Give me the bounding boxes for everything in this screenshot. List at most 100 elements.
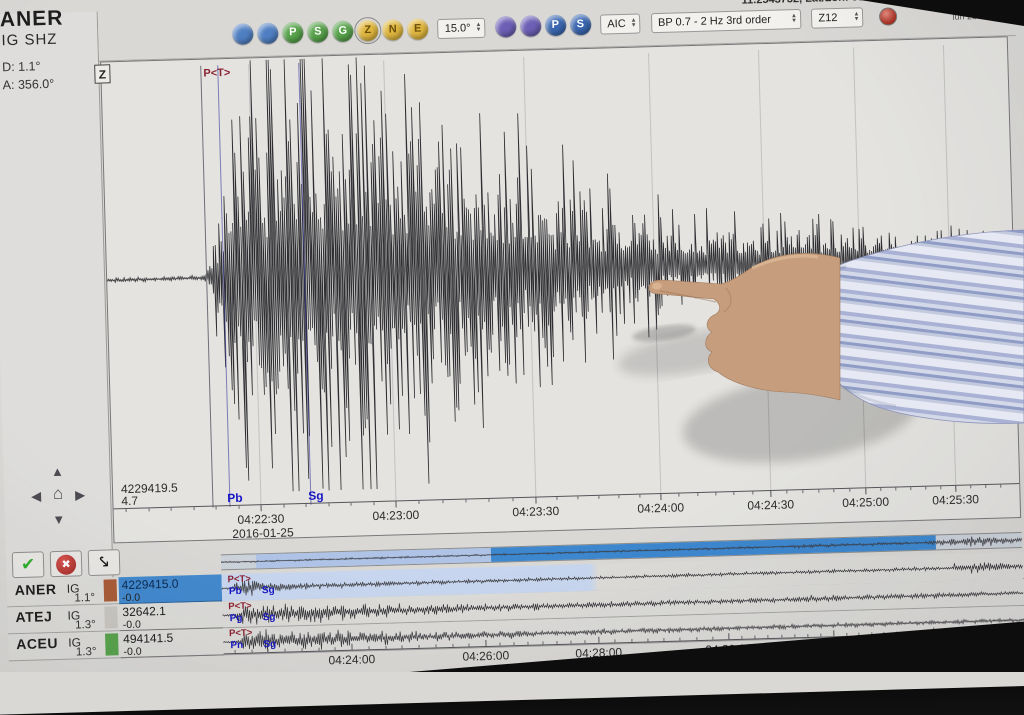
component-e-button[interactable]: E	[407, 18, 429, 40]
station-code: ATEJ	[15, 608, 52, 625]
monitor-screen: ANER IG SHZ D: 1.1° A: 356.0° ▲ ◀ ⌂ ▶ ▼ …	[0, 0, 1024, 715]
tick-label: 04:24:00	[328, 652, 375, 667]
phase-p-button[interactable]: P	[545, 15, 567, 37]
tick-mark	[535, 498, 536, 504]
status-chip	[104, 579, 118, 601]
tick-mark-minor	[216, 506, 217, 509]
tick-mark-minor	[489, 499, 490, 502]
status-chip	[105, 633, 119, 655]
tick-mark	[261, 505, 262, 511]
tick-mark	[770, 491, 771, 497]
pan-right-button[interactable]: ▶	[70, 486, 90, 505]
amplitude-cell: 4229415.0-0.0	[118, 574, 222, 604]
tick-mark-minor	[970, 485, 971, 488]
tick-mark-minor	[786, 491, 787, 494]
export-button[interactable]: ⤥	[88, 549, 121, 576]
tick-mark-minor	[556, 641, 557, 644]
pick-g-button[interactable]: G	[332, 20, 354, 42]
tick-label: 04:23:30	[512, 504, 559, 519]
pan-down-button[interactable]: ▼	[49, 511, 69, 530]
spinner-arrows-icon[interactable]: ▲▼	[631, 18, 637, 28]
component-z-button[interactable]: Z	[357, 20, 379, 42]
tick-mark-minor	[577, 496, 578, 499]
row-theoretical-label: P<T>	[229, 628, 253, 640]
filter-select[interactable]: BP 0.7 - 2 Hz 3rd order▲▼	[651, 8, 801, 32]
spinner-arrows-icon[interactable]: ▲▼	[475, 22, 481, 32]
tick-mark-minor	[680, 638, 681, 641]
tick-mark-minor	[171, 508, 172, 511]
tick-label: 04:24:30	[747, 497, 794, 512]
tick-mark-minor	[368, 646, 369, 649]
amplitude-offset: -0.0	[123, 643, 223, 658]
phase-s-button[interactable]: S	[570, 14, 592, 36]
reject-icon: ✖	[56, 554, 77, 575]
tick-mark-minor	[807, 634, 808, 637]
tick-mark-minor	[794, 634, 795, 637]
angle-spinner[interactable]: 15.0°▲▼	[437, 17, 485, 38]
spinner-arrows-icon[interactable]: ▲▼	[791, 14, 797, 24]
home-button[interactable]: ⌂	[48, 485, 68, 504]
tick-mark-minor	[647, 638, 648, 641]
pick-label-Pb: Pb	[227, 491, 243, 505]
tick-label: 04:25:30	[932, 492, 979, 507]
tick-mark-minor	[734, 492, 735, 495]
tick-mark-minor	[442, 500, 443, 503]
accept-button[interactable]: ✔	[12, 551, 45, 578]
axis-date-label: 2016-01-25	[232, 525, 294, 541]
tick-mark	[865, 488, 866, 494]
tick-mark-minor	[584, 640, 585, 643]
tick-mark-minor	[556, 497, 557, 500]
row-pick1-label: Pb	[229, 586, 242, 597]
pick-p-button[interactable]: P	[282, 22, 304, 44]
tick-mark-minor	[895, 487, 896, 490]
waveform-panel[interactable]: Z P<T> PbSg 4229419.5 4.7 04:22:3004:23:…	[100, 36, 1021, 543]
rotate-2-button[interactable]	[520, 15, 542, 37]
tick-mark-minor	[910, 487, 911, 490]
tick-mark-minor	[514, 642, 515, 645]
tool-circle-blue-1[interactable]	[232, 23, 254, 45]
spinner-arrows-icon[interactable]: ▲▼	[853, 12, 859, 22]
row-theoretical-label: P<T>	[228, 601, 252, 613]
component-n-button[interactable]: N	[382, 19, 404, 41]
tool-circle-blue-2[interactable]	[257, 23, 279, 45]
picker-select[interactable]: AIC▲▼	[600, 13, 641, 34]
tick-mark-minor	[752, 491, 753, 494]
record-icon[interactable]	[879, 7, 897, 25]
row-pick1-label: Pn	[230, 640, 243, 651]
tick-mark-minor	[849, 489, 850, 492]
tick-mark-minor	[1000, 485, 1001, 488]
tick-mark-minor	[834, 489, 835, 492]
pick-s-button[interactable]: S	[307, 21, 329, 43]
tick-mark-minor	[500, 643, 501, 646]
pick-label-Sg: Sg	[308, 488, 324, 502]
rotate-1-button[interactable]	[495, 16, 517, 38]
status-chip	[104, 606, 118, 628]
tick-mark-minor	[268, 649, 269, 652]
distance-value: 1.1°	[59, 592, 95, 605]
amplitude-min-label: 4.7	[121, 494, 138, 508]
pan-left-button[interactable]: ◀	[26, 487, 46, 506]
tick-mark-minor	[528, 642, 529, 645]
tick-mark-minor	[283, 505, 284, 508]
tick-mark-minor	[251, 650, 252, 653]
tick-mark-minor	[985, 485, 986, 488]
tick-mark-minor	[696, 637, 697, 640]
tick-mark	[485, 640, 486, 646]
tick-mark	[660, 494, 661, 500]
tick-mark-minor	[768, 635, 769, 638]
tick-mark-minor	[419, 501, 420, 504]
tick-mark-minor	[350, 503, 351, 506]
tick-mark-minor	[640, 495, 641, 498]
tick-mark-minor	[940, 486, 941, 489]
azimuth-label: A: 356.0°	[2, 77, 54, 92]
tick-mark-minor	[925, 487, 926, 490]
tick-mark-minor	[335, 647, 336, 650]
profile-select[interactable]: Z12▲▼	[811, 7, 864, 28]
tick-mark-minor	[305, 504, 306, 507]
picker-application: ANER IG SHZ D: 1.1° A: 356.0° ▲ ◀ ⌂ ▶ ▼ …	[0, 0, 1024, 686]
reject-button[interactable]: ✖	[50, 550, 83, 577]
pan-up-button[interactable]: ▲	[47, 463, 67, 482]
tick-mark-minor	[193, 507, 194, 510]
station-code: ANER	[0, 7, 64, 33]
tick-mark-minor	[301, 648, 302, 651]
